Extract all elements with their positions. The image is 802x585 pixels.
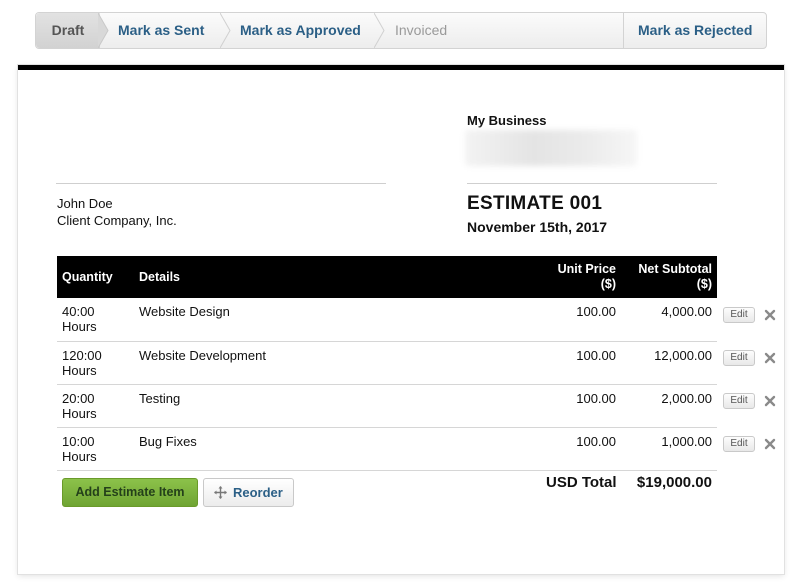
edit-button[interactable]: Edit	[723, 350, 755, 366]
table-row: 40:00 Hours Website Design 100.00 4,000.…	[57, 298, 717, 342]
chevron-right-icon	[220, 13, 231, 48]
unit-price-label: Unit Price	[557, 262, 616, 276]
unit-price-unit: ($)	[600, 277, 616, 291]
column-header-unit-price: Unit Price ($)	[526, 256, 621, 298]
divider	[56, 183, 386, 184]
table-row: 120:00 Hours Website Development 100.00 …	[57, 341, 717, 385]
estimate-title: ESTIMATE 001	[467, 193, 603, 214]
mark-as-rejected-button[interactable]: Mark as Rejected	[638, 13, 752, 48]
close-x-icon[interactable]	[762, 393, 778, 409]
status-workflow-bar: Draft Mark as Sent Mark as Approved Invo…	[35, 12, 767, 49]
reorder-label: Reorder	[233, 485, 283, 500]
column-header-quantity: Quantity	[57, 256, 134, 298]
chevron-right-icon	[98, 13, 109, 48]
move-arrows-icon	[214, 486, 227, 499]
total-value: $19,000.00	[636, 474, 712, 491]
edit-button[interactable]: Edit	[723, 307, 755, 323]
details-cell: Testing	[134, 384, 526, 428]
row-actions: Edit	[723, 436, 783, 452]
table-header-row: Quantity Details Unit Price ($) Net Subt…	[57, 256, 717, 298]
quantity-value: 120:00	[62, 347, 102, 363]
unit-price-cell: 100.00	[526, 427, 621, 471]
quantity-cell: 10:00 Hours	[57, 427, 134, 471]
total-label: USD Total	[546, 474, 617, 491]
business-name: My Business	[467, 113, 547, 128]
quantity-unit: Hours	[62, 319, 97, 334]
table-row: 10:00 Hours Bug Fixes 100.00 1,000.00	[57, 427, 717, 471]
divider	[467, 183, 717, 184]
quantity-value: 10:00	[62, 433, 95, 449]
close-x-icon[interactable]	[762, 307, 778, 323]
chevron-right-icon	[374, 13, 385, 48]
client-name: John Doe	[57, 196, 113, 211]
subtotal-cell: 1,000.00	[621, 427, 717, 471]
mark-as-sent-button[interactable]: Mark as Sent	[118, 13, 204, 48]
close-x-icon[interactable]	[762, 436, 778, 452]
client-block: John Doe Client Company, Inc.	[57, 195, 177, 229]
unit-price-cell: 100.00	[526, 341, 621, 385]
details-cell: Website Design	[134, 298, 526, 342]
close-x-icon[interactable]	[762, 350, 778, 366]
estimate-date: November 15th, 2017	[467, 219, 608, 235]
row-actions: Edit	[723, 307, 783, 323]
quantity-value: 40:00	[62, 304, 95, 319]
mark-as-rejected-container: Mark as Rejected	[623, 13, 766, 48]
column-header-net-subtotal: Net Subtotal ($)	[621, 256, 717, 298]
quantity-cell: 120:00 Hours	[57, 341, 134, 385]
quantity-cell: 40:00 Hours	[57, 298, 134, 342]
quantity-cell: 20:00 Hours	[57, 384, 134, 428]
quantity-unit: Hours	[62, 448, 97, 464]
estimate-document: My Business John Doe Client Company, Inc…	[18, 65, 784, 574]
edit-button[interactable]: Edit	[723, 393, 755, 409]
quantity-unit: Hours	[62, 362, 97, 378]
details-cell: Website Development	[134, 341, 526, 385]
edit-button[interactable]: Edit	[723, 436, 755, 452]
status-step-invoiced: Invoiced	[395, 22, 448, 38]
row-actions: Edit	[723, 393, 783, 409]
mark-as-approved-button[interactable]: Mark as Approved	[240, 13, 361, 48]
quantity-unit: Hours	[62, 405, 97, 421]
row-actions: Edit	[723, 350, 783, 366]
subtotal-cell: 4,000.00	[621, 298, 717, 342]
client-company: Client Company, Inc.	[57, 213, 177, 228]
details-cell: Bug Fixes	[134, 427, 526, 471]
net-subtotal-unit: ($)	[696, 277, 712, 291]
quantity-value: 20:00	[62, 390, 95, 406]
net-subtotal-label: Net Subtotal	[638, 262, 712, 276]
add-estimate-item-button[interactable]: Add Estimate Item	[62, 478, 198, 507]
column-header-details: Details	[134, 256, 526, 298]
subtotal-cell: 12,000.00	[621, 341, 717, 385]
status-step-draft: Draft	[36, 13, 100, 48]
reorder-button[interactable]: Reorder	[203, 478, 294, 507]
business-address-redacted	[465, 130, 637, 166]
unit-price-cell: 100.00	[526, 298, 621, 342]
unit-price-cell: 100.00	[526, 384, 621, 428]
estimate-items-table: Quantity Details Unit Price ($) Net Subt…	[57, 256, 717, 471]
subtotal-cell: 2,000.00	[621, 384, 717, 428]
table-row: 20:00 Hours Testing 100.00 2,000.00	[57, 384, 717, 428]
